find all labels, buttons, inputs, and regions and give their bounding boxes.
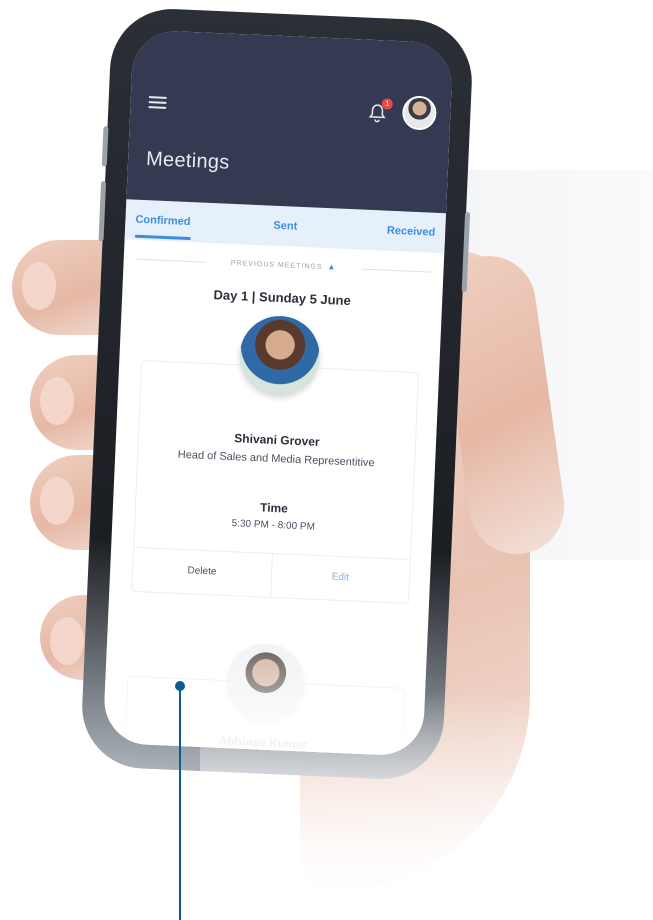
page-title: Meetings <box>145 148 231 174</box>
tab-sent[interactable]: Sent <box>235 204 337 248</box>
previous-meetings-label: PREVIOUS MEETINGS <box>230 259 323 271</box>
meetings-list: PREVIOUS MEETINGS ▲ Day 1 | Sunday 5 June… <box>102 239 445 757</box>
meeting-card: Shivani Grover Head of Sales and Media R… <box>131 360 420 604</box>
edit-button[interactable]: Edit <box>271 554 410 603</box>
phone-side-button <box>98 181 107 242</box>
notification-badge: 1 <box>381 98 393 110</box>
phone-device: 1 Meetings Confirmed Sent Received PREVI… <box>79 6 475 782</box>
callout-dot <box>175 681 185 691</box>
bell-icon[interactable]: 1 <box>366 98 393 125</box>
delete-button[interactable]: Delete <box>132 547 273 597</box>
previous-meetings-toggle[interactable]: PREVIOUS MEETINGS ▲ <box>124 253 444 276</box>
tab-confirmed[interactable]: Confirmed <box>135 200 237 244</box>
menu-icon[interactable] <box>148 96 167 109</box>
chevron-up-icon: ▲ <box>327 262 337 272</box>
hand-fade <box>200 690 653 920</box>
phone-side-button <box>101 126 109 167</box>
profile-avatar[interactable] <box>401 95 438 131</box>
callout-line <box>179 688 181 920</box>
day-header: Day 1 | Sunday 5 June <box>213 287 352 309</box>
card-actions: Delete Edit <box>132 546 410 603</box>
phone-screen: 1 Meetings Confirmed Sent Received PREVI… <box>102 29 454 757</box>
tab-received[interactable]: Received <box>334 208 436 252</box>
